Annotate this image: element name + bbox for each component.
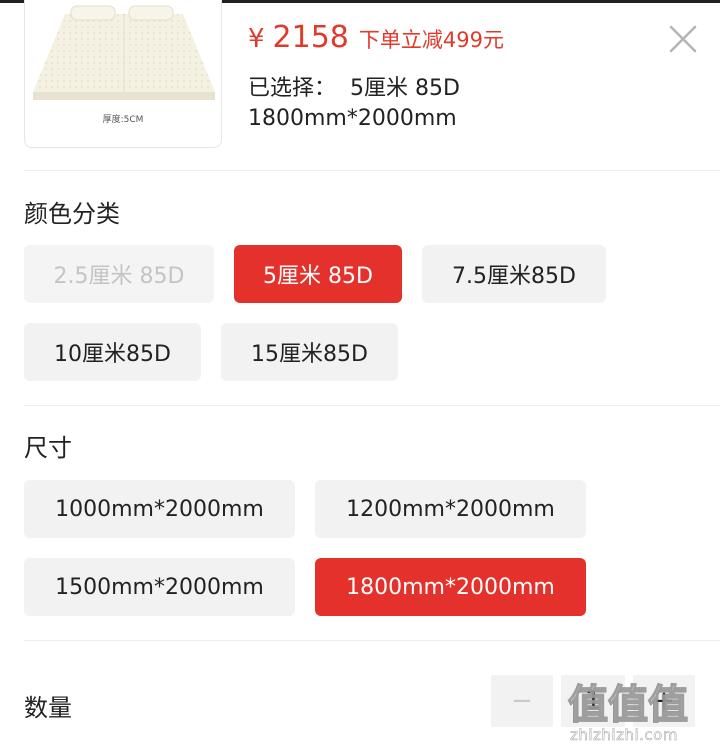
- quantity-stepper: − 1 +: [491, 675, 695, 727]
- product-thumbnail[interactable]: 厚度:5CM: [24, 0, 222, 148]
- color-option-15cm[interactable]: 15厘米85D: [221, 323, 398, 381]
- quantity-title: 数量: [24, 694, 72, 722]
- size-option-1800[interactable]: 1800mm*2000mm: [315, 558, 586, 616]
- divider: [24, 170, 720, 171]
- currency-symbol: ¥: [248, 24, 265, 54]
- selected-size: 1800mm*2000mm: [248, 106, 457, 131]
- size-section-title: 尺寸: [24, 434, 72, 462]
- price-value: 2158: [272, 20, 349, 55]
- close-icon: [669, 25, 697, 53]
- size-option-1500[interactable]: 1500mm*2000mm: [24, 558, 295, 616]
- increase-button[interactable]: +: [633, 675, 695, 727]
- decrease-button[interactable]: −: [491, 675, 553, 727]
- selected-summary: 已选择： 5厘米 85D: [248, 70, 460, 102]
- color-option-5cm[interactable]: 5厘米 85D: [234, 245, 402, 303]
- divider: [24, 405, 720, 406]
- mattress-image: [33, 5, 215, 100]
- color-option-2-5cm: 2.5厘米 85D: [24, 245, 214, 303]
- color-option-7-5cm[interactable]: 7.5厘米85D: [422, 245, 606, 303]
- quantity-value[interactable]: 1: [561, 675, 625, 727]
- color-section-title: 颜色分类: [24, 200, 120, 228]
- close-button[interactable]: [666, 22, 700, 56]
- price-block: ¥ 2158 下单立减499元: [248, 20, 504, 62]
- thumbnail-caption: 厚度:5CM: [102, 115, 144, 125]
- color-option-10cm[interactable]: 10厘米85D: [24, 323, 201, 381]
- watermark-url: zhizhizhi.com: [570, 726, 678, 745]
- selected-label: 已选择：: [248, 76, 337, 101]
- promo-text: 下单立减499元: [358, 28, 504, 52]
- divider: [24, 640, 720, 641]
- selected-spec: 5厘米 85D: [350, 76, 460, 101]
- size-option-1000[interactable]: 1000mm*2000mm: [24, 480, 295, 538]
- size-option-1200[interactable]: 1200mm*2000mm: [315, 480, 586, 538]
